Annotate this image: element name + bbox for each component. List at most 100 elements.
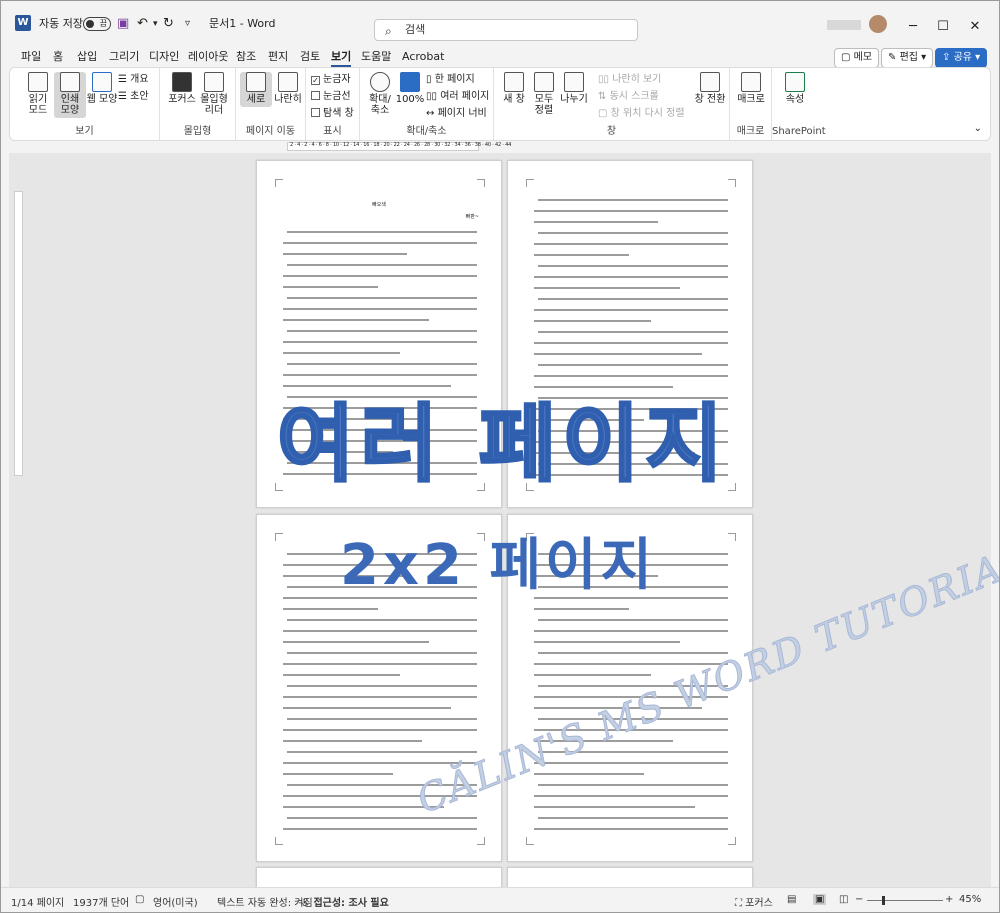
ruler-checkbox[interactable]: ✓ 눈금자 <box>311 73 351 86</box>
arrange-all-button[interactable]: 모두 정렬 <box>528 72 560 116</box>
word-count[interactable]: 1937개 단어 <box>73 894 129 909</box>
switch-window-button[interactable]: 창 전환 <box>694 72 726 105</box>
properties-icon <box>785 72 805 92</box>
text-line <box>283 729 477 731</box>
macro-button[interactable]: 매크로 <box>735 72 767 105</box>
tab-help[interactable]: 도움말 <box>361 49 391 67</box>
proofing-icon[interactable]: ▢ <box>135 894 144 905</box>
margin-corner-mark <box>526 179 534 187</box>
minimize-icon[interactable]: ─ <box>903 17 923 37</box>
save-icon[interactable]: ▣ <box>117 15 129 33</box>
undo-dropdown-icon[interactable]: ▾ <box>153 15 158 33</box>
text-line <box>534 630 728 632</box>
close-icon[interactable]: ✕ <box>965 17 985 37</box>
gridlines-checkbox[interactable]: 눈금선 <box>311 90 351 103</box>
zoom-button[interactable]: 확대/ 축소 <box>364 72 396 116</box>
immersive-reader-button[interactable]: 몰입형 리더 <box>198 72 230 116</box>
macro-icon <box>741 72 761 92</box>
vertical-pages-icon <box>246 72 266 92</box>
tab-acrobat[interactable]: Acrobat <box>402 49 444 67</box>
zoom-100-label: 100% <box>395 94 425 105</box>
text-line <box>534 353 702 355</box>
horizontal-ruler[interactable]: 2 · 4 · 2 · 4 · 6 · 8 · 10 · 12 · 14 · 1… <box>287 142 511 151</box>
text-line <box>283 806 444 808</box>
group-immersive: 포커스 몰입형 리더 몰입형 <box>160 68 236 140</box>
focus-mode-button[interactable]: ⛶ 포커스 <box>735 894 773 909</box>
text-predictions[interactable]: 텍스트 자동 완성: 켜짐 <box>217 894 313 909</box>
reset-window-button[interactable]: ▢ 창 위치 다시 정렬 <box>598 107 685 120</box>
edit-button[interactable]: ✎ 편집 ▾ <box>881 48 934 68</box>
reader-icon <box>204 72 224 92</box>
account-name <box>827 20 861 30</box>
checkbox-icon <box>311 108 320 117</box>
group-show-label: 표시 <box>323 126 342 137</box>
accessibility-status[interactable]: ♿ 접근성: 조사 필요 <box>301 894 389 909</box>
undo-icon[interactable]: ↶ <box>137 15 148 33</box>
macro-label: 매크로 <box>737 94 765 105</box>
side-to-side-button[interactable]: 나란히 <box>272 72 304 105</box>
properties-button[interactable]: 속성 <box>779 72 811 105</box>
split-label: 나누기 <box>560 94 588 105</box>
one-page-button[interactable]: ▯ 한 페이지 <box>426 73 475 86</box>
new-window-button[interactable]: 새 창 <box>498 72 530 105</box>
collapse-ribbon-icon[interactable]: ⌄ <box>974 123 982 134</box>
nav-pane-checkbox[interactable]: 탐색 창 <box>311 107 354 120</box>
read-mode-view-icon[interactable]: ▤ <box>787 894 796 905</box>
search-box[interactable]: ⌕ 검색 <box>374 19 638 41</box>
memo-label: 메모 <box>853 52 873 63</box>
tab-file[interactable]: 파일 <box>21 49 41 67</box>
print-layout-view-icon[interactable]: ▣ <box>813 894 827 905</box>
share-button[interactable]: ⇪ 공유 ▾ <box>935 48 988 68</box>
text-line <box>534 243 728 245</box>
web-layout-button[interactable]: 웹 모양 <box>86 72 118 105</box>
text-line <box>534 342 728 344</box>
text-line <box>538 652 728 654</box>
autosave-label: 자동 저장 <box>39 17 83 30</box>
zoom-slider-knob[interactable] <box>882 896 885 905</box>
autosave-toggle[interactable]: 끔 <box>83 17 111 31</box>
view-side-by-side-label: 나란히 보기 <box>612 74 662 85</box>
group-view: 읽기 모드 인쇄 모양 웹 모양 ☰ 개요 ☰ 초안 보기 <box>10 68 160 140</box>
search-icon: ⌕ <box>385 24 392 38</box>
memo-button[interactable]: ▢ 메모 <box>834 48 880 68</box>
avatar[interactable] <box>869 15 887 33</box>
page-width-button[interactable]: ↔ 페이지 너비 <box>426 107 487 120</box>
zoom-in-icon[interactable]: + <box>945 894 953 905</box>
tab-mailings[interactable]: 편지 <box>268 49 288 67</box>
zoom-100-button[interactable]: 100% <box>394 72 426 105</box>
text-line <box>287 264 477 266</box>
view-side-by-side-button[interactable]: ▯▯ 나란히 보기 <box>598 73 661 86</box>
split-button[interactable]: 나누기 <box>558 72 590 105</box>
tab-home[interactable]: 홈 <box>53 49 63 67</box>
ruler-ticks: 2 · 4 · 2 · 4 · 6 · 8 · 10 · 12 · 14 · 1… <box>290 142 512 148</box>
tab-design[interactable]: 디자인 <box>149 49 179 67</box>
language[interactable]: 영어(미국) <box>153 894 198 909</box>
vertical-ruler[interactable] <box>14 191 23 476</box>
zoom-out-icon[interactable]: − <box>855 894 863 905</box>
tab-layout[interactable]: 레이아웃 <box>188 49 228 67</box>
print-layout-button[interactable]: 인쇄 모양 <box>54 72 86 118</box>
tab-draw[interactable]: 그리기 <box>109 49 139 67</box>
multiple-pages-button[interactable]: ▯▯ 여러 페이지 <box>426 90 489 103</box>
tab-review[interactable]: 검토 <box>300 49 320 67</box>
focus-button[interactable]: 포커스 <box>166 72 198 105</box>
web-layout-view-icon[interactable]: ◫ <box>839 894 848 905</box>
outline-button[interactable]: ☰ 개요 <box>118 73 149 86</box>
page-count[interactable]: 1/14 페이지 <box>11 894 64 909</box>
tab-insert[interactable]: 삽입 <box>77 49 97 67</box>
zoom-percent[interactable]: 45% <box>959 894 981 905</box>
tab-view[interactable]: 보기 <box>331 49 352 67</box>
zoom-slider[interactable] <box>867 896 943 905</box>
text-line <box>534 641 680 643</box>
customize-toolbar-icon[interactable]: ▿ <box>185 15 190 33</box>
draft-button[interactable]: ☰ 초안 <box>118 90 149 103</box>
sync-scroll-button[interactable]: ⇅ 동시 스크롤 <box>598 90 659 103</box>
tab-references[interactable]: 참조 <box>236 49 256 67</box>
checkmark-icon: ✓ <box>311 76 320 85</box>
arrange-icon <box>534 72 554 92</box>
toggle-knob-icon <box>86 20 94 28</box>
maximize-icon[interactable]: ☐ <box>933 17 953 37</box>
vertical-button[interactable]: 세로 <box>240 72 272 107</box>
read-mode-button[interactable]: 읽기 모드 <box>22 72 54 116</box>
redo-icon[interactable]: ↻ <box>163 15 174 33</box>
